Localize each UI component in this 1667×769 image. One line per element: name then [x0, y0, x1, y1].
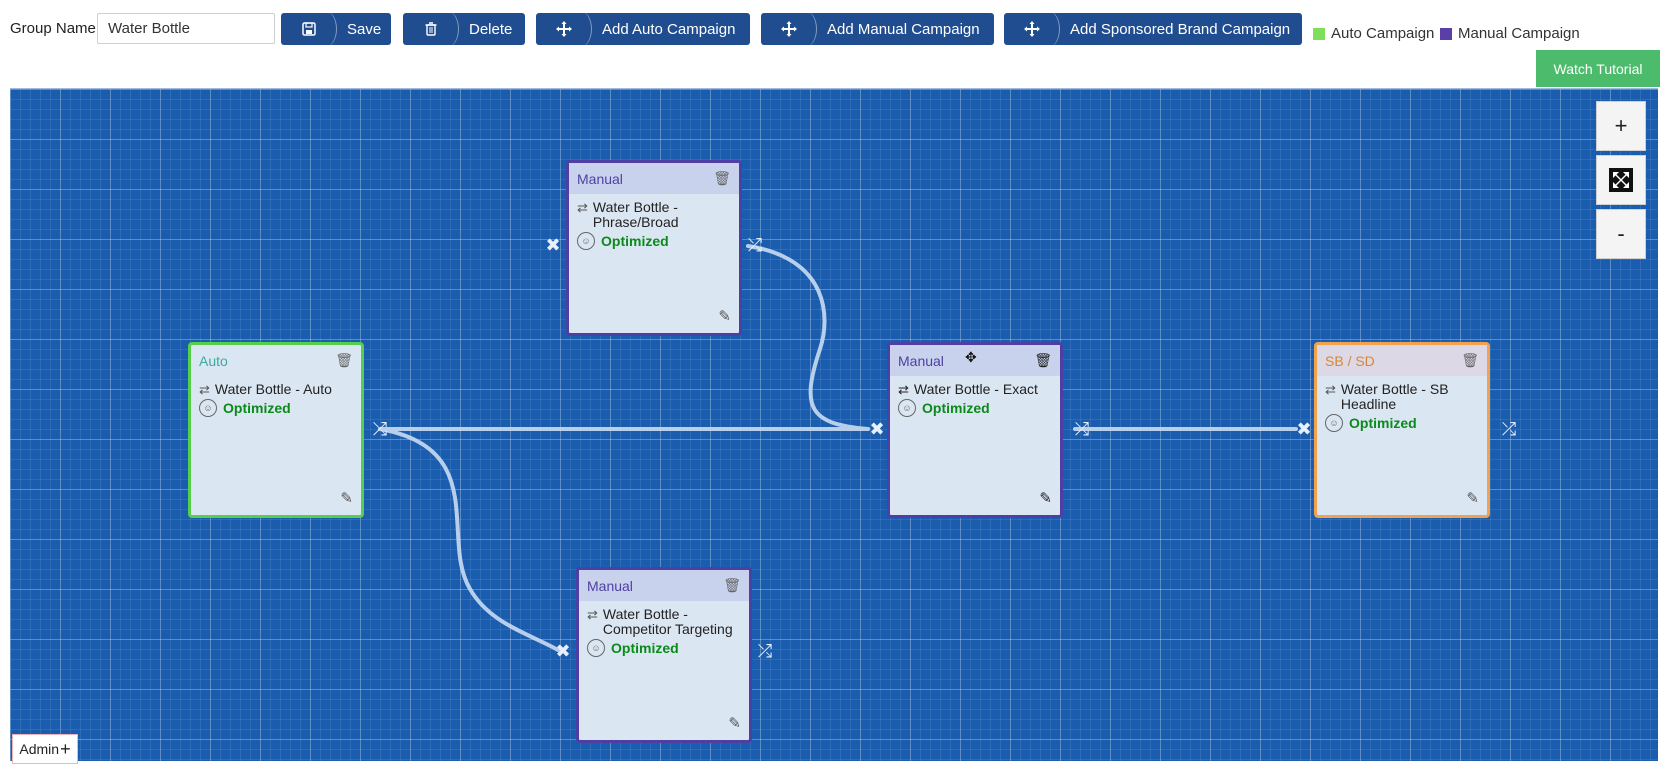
move-icon	[1010, 13, 1060, 45]
node-title-text: Water Bottle - Exact	[913, 381, 1038, 397]
manual-swatch	[1440, 27, 1452, 40]
node-status: ☺ Optimized	[569, 230, 739, 252]
node-title: ⇄ Water Bottle - Auto	[191, 376, 361, 398]
robot-icon: ☺	[898, 399, 916, 417]
add-sb-label: Add Sponsored Brand Campaign	[1070, 20, 1291, 38]
node-header: Manual 🗑	[569, 163, 739, 194]
edit-icon[interactable]: ✎	[1039, 489, 1052, 507]
move-icon	[542, 13, 592, 45]
output-port-icon[interactable]: ⤮	[1069, 416, 1095, 442]
node-title: ⇄ Water Bottle - SB Headline	[1317, 376, 1487, 412]
input-port-icon[interactable]: ✖	[1291, 416, 1317, 442]
add-sponsored-brand-campaign-button[interactable]: Add Sponsored Brand Campaign	[1004, 13, 1302, 45]
save-button[interactable]: Save	[281, 13, 391, 45]
campaign-node-sb-headline[interactable]: SB / SD 🗑 ⇄ Water Bottle - SB Headline ☺ O…	[1314, 342, 1490, 518]
node-title-text: Water Bottle - Phrase/Broad	[592, 199, 679, 230]
swap-icon: ⇄	[577, 200, 588, 215]
floppy-icon	[287, 13, 337, 45]
add-auto-label: Add Auto Campaign	[602, 20, 736, 38]
robot-icon: ☺	[587, 639, 605, 657]
legend-manual: Manual Campaign	[1440, 25, 1580, 42]
campaign-node-exact[interactable]: Manual 🗑 ⇄ Water Bottle - Exact ☺ Optimize…	[887, 342, 1063, 518]
node-status-text: Optimized	[223, 400, 291, 416]
node-status-text: Optimized	[1349, 415, 1417, 431]
node-title-text: Water Bottle - SB Headline	[1340, 381, 1449, 412]
robot-icon: ☺	[577, 232, 595, 250]
zoom-in-button[interactable]: +	[1596, 101, 1646, 151]
node-type-label: Auto	[199, 352, 228, 369]
campaign-node-phrase-broad[interactable]: Manual 🗑 ⇄ Water Bottle - Phrase/Broad ☺ O…	[566, 160, 742, 336]
move-icon	[767, 13, 817, 45]
trash-icon[interactable]: 🗑	[1461, 352, 1479, 369]
legend-auto-label: Auto Campaign	[1331, 25, 1435, 42]
auto-swatch	[1313, 27, 1325, 40]
swap-icon: ⇄	[898, 382, 909, 397]
campaign-flow-canvas[interactable]: + - Auto 🗑 ⇄ Water Bottle - Auto ☺ Optimiz…	[10, 88, 1658, 761]
node-header: Manual 🗑	[579, 570, 749, 601]
node-title: ⇄ Water Bottle - Phrase/Broad	[569, 194, 739, 230]
watch-tutorial-button[interactable]: Watch Tutorial	[1536, 50, 1660, 87]
group-name-input[interactable]	[97, 13, 275, 44]
trash-icon[interactable]: 🗑	[335, 352, 353, 369]
legend-manual-label: Manual Campaign	[1458, 25, 1580, 42]
output-port-icon[interactable]: ⤮	[367, 416, 393, 442]
node-title: ⇄ Water Bottle - Competitor Targeting	[579, 601, 749, 637]
campaign-node-competitor-targeting[interactable]: Manual 🗑 ⇄ Water Bottle - Competitor Targ…	[576, 567, 752, 743]
trash-icon[interactable]: 🗑	[723, 577, 741, 594]
node-status-text: Optimized	[922, 400, 990, 416]
group-name-label: Group Name	[10, 20, 96, 37]
node-status: ☺ Optimized	[191, 397, 361, 419]
trash-icon[interactable]: 🗑	[713, 170, 731, 187]
node-header: Auto 🗑	[191, 345, 361, 376]
save-label: Save	[347, 20, 382, 38]
node-type-label: SB / SD	[1325, 352, 1375, 369]
node-status: ☺ Optimized	[1317, 412, 1487, 434]
input-port-icon[interactable]: ✖	[540, 232, 566, 258]
add-manual-label: Add Manual Campaign	[827, 20, 980, 38]
node-title-text: Water Bottle - Auto	[214, 381, 332, 397]
node-type-label: Manual	[587, 577, 633, 594]
move-cursor-icon: ✥	[965, 349, 977, 365]
node-status: ☺ Optimized	[890, 397, 1060, 419]
expand-icon	[1609, 168, 1633, 192]
wire-phrase-to-exact	[746, 244, 870, 431]
input-port-icon[interactable]: ✖	[550, 638, 576, 664]
robot-icon: ☺	[199, 399, 217, 417]
trash-icon[interactable]: 🗑	[1034, 352, 1052, 369]
robot-icon: ☺	[1325, 414, 1343, 432]
legend-auto: Auto Campaign	[1313, 25, 1434, 42]
fit-view-button[interactable]	[1596, 155, 1646, 205]
zoom-out-button[interactable]: -	[1596, 209, 1646, 259]
node-title-text: Water Bottle - Competitor Targeting	[602, 606, 733, 637]
add-auto-campaign-button[interactable]: Add Auto Campaign	[536, 13, 750, 45]
node-status: ☺ Optimized	[579, 637, 749, 659]
add-manual-campaign-button[interactable]: Add Manual Campaign	[761, 13, 994, 45]
node-type-label: Manual	[898, 352, 944, 369]
input-port-icon[interactable]: ✖	[864, 416, 890, 442]
swap-icon: ⇄	[199, 382, 210, 397]
edit-icon[interactable]: ✎	[728, 714, 741, 732]
campaign-node-auto[interactable]: Auto 🗑 ⇄ Water Bottle - Auto ☺ Optimized ✎	[188, 342, 364, 518]
node-title: ⇄ Water Bottle - Exact	[890, 376, 1060, 398]
delete-button[interactable]: Delete	[403, 13, 525, 45]
output-port-icon[interactable]: ⤮	[742, 232, 768, 258]
swap-icon: ⇄	[587, 607, 598, 622]
plus-icon: +	[60, 738, 71, 759]
node-status-text: Optimized	[601, 233, 669, 249]
delete-label: Delete	[469, 20, 513, 38]
edit-icon[interactable]: ✎	[1466, 489, 1479, 507]
node-header: SB / SD 🗑	[1317, 345, 1487, 376]
wire-auto-to-competitor	[378, 427, 560, 652]
swap-icon: ⇄	[1325, 382, 1336, 397]
edit-icon[interactable]: ✎	[340, 489, 353, 507]
output-port-icon[interactable]: ⤮	[1496, 416, 1522, 442]
node-type-label: Manual	[577, 170, 623, 187]
node-status-text: Optimized	[611, 640, 679, 656]
trash-icon	[409, 13, 459, 45]
output-port-icon[interactable]: ⤮	[752, 638, 778, 664]
toolbar: Group Name Save Delete Add Auto Campaign…	[0, 0, 1667, 58]
edit-icon[interactable]: ✎	[718, 307, 731, 325]
admin-label: Admin	[19, 741, 60, 757]
admin-button[interactable]: Admin +	[12, 734, 78, 764]
